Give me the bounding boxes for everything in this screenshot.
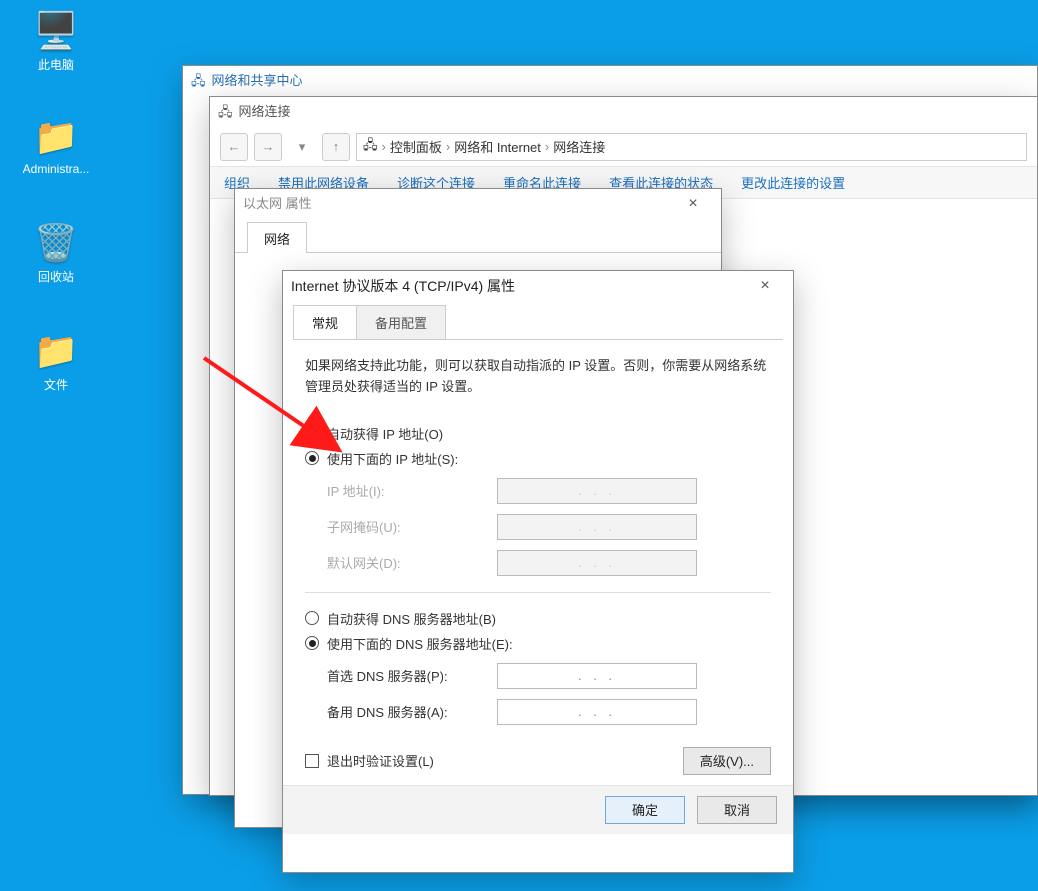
radio-label: 使用下面的 IP 地址(S): xyxy=(327,449,458,468)
chevron-right-icon: › xyxy=(545,139,549,154)
tab-alternate[interactable]: 备用配置 xyxy=(356,305,446,339)
nav-up-button[interactable]: ↑ xyxy=(322,133,350,161)
radio-row-dns-auto[interactable]: 自动获得 DNS 服务器地址(B) xyxy=(305,609,771,628)
field-label: IP 地址(I): xyxy=(327,481,497,500)
dialog-button-row: 确定 取消 xyxy=(283,785,793,834)
description-text: 如果网络支持此功能，则可以获取自动指派的 IP 设置。否则，你需要从网络系统管理… xyxy=(305,356,771,398)
window-title: 以太网 属性 xyxy=(243,189,312,219)
radio-ip-manual[interactable] xyxy=(305,451,319,465)
crumb-control-panel[interactable]: 控制面板 xyxy=(390,137,442,156)
desktop-icon-admin[interactable]: 📁 Administra... xyxy=(18,116,94,176)
desktop-icon-label: Administra... xyxy=(23,162,90,176)
field-ip-address: IP 地址(I): . . . xyxy=(327,478,771,504)
pc-icon: 🖥️ xyxy=(18,10,94,52)
crumb-net-conn[interactable]: 网络连接 xyxy=(553,137,605,156)
preferred-dns-input[interactable]: . . . xyxy=(497,663,697,689)
tab-network[interactable]: 网络 xyxy=(247,222,307,253)
field-label: 首选 DNS 服务器(P): xyxy=(327,666,497,685)
field-label: 默认网关(D): xyxy=(327,553,497,572)
chevron-right-icon: › xyxy=(446,139,450,154)
dialog-title: Internet 协议版本 4 (TCP/IPv4) 属性 xyxy=(291,271,515,301)
dialog-ipv4-properties[interactable]: Internet 协议版本 4 (TCP/IPv4) 属性 × 常规 备用配置 … xyxy=(282,270,794,873)
field-label: 子网掩码(U): xyxy=(327,517,497,536)
divider xyxy=(305,592,771,593)
breadcrumb[interactable]: 🖧 › 控制面板 › 网络和 Internet › 网络连接 xyxy=(356,133,1027,161)
tab-general[interactable]: 常规 xyxy=(293,305,357,339)
close-button[interactable]: × xyxy=(745,271,785,301)
titlebar[interactable]: 🖧 网络和共享中心 xyxy=(183,66,1037,96)
chevron-right-icon: › xyxy=(382,139,386,154)
nav-row: ← → ▾ ↑ 🖧 › 控制面板 › 网络和 Internet › 网络连接 xyxy=(210,127,1037,167)
close-button[interactable]: × xyxy=(673,189,713,219)
nav-forward-button[interactable]: → xyxy=(254,133,282,161)
window-title: 网络连接 xyxy=(239,97,291,127)
desktop-icon-label: 回收站 xyxy=(38,270,74,284)
field-default-gateway: 默认网关(D): . . . xyxy=(327,550,771,576)
desktop-icon-label: 文件 xyxy=(44,378,68,392)
nav-history-dropdown[interactable]: ▾ xyxy=(288,133,316,161)
window-title: 网络和共享中心 xyxy=(212,66,303,96)
field-label: 备用 DNS 服务器(A): xyxy=(327,702,497,721)
field-subnet-mask: 子网掩码(U): . . . xyxy=(327,514,771,540)
network-icon: 🖧 xyxy=(218,97,233,127)
radio-label: 自动获得 IP 地址(O) xyxy=(327,424,443,443)
radio-ip-auto[interactable] xyxy=(305,426,319,440)
desktop-icon-recycle[interactable]: 🗑️ 回收站 xyxy=(18,222,94,285)
subnet-mask-input[interactable]: . . . xyxy=(497,514,697,540)
field-preferred-dns: 首选 DNS 服务器(P): . . . xyxy=(327,663,771,689)
alt-dns-input[interactable]: . . . xyxy=(497,699,697,725)
radio-row-dns-manual[interactable]: 使用下面的 DNS 服务器地址(E): xyxy=(305,634,771,653)
recycle-icon: 🗑️ xyxy=(18,222,94,264)
titlebar[interactable]: 以太网 属性 × xyxy=(235,189,721,219)
ok-button[interactable]: 确定 xyxy=(605,796,685,824)
desktop-icon-pc[interactable]: 🖥️ 此电脑 xyxy=(18,10,94,73)
radio-dns-manual[interactable] xyxy=(305,636,319,650)
radio-row-ip-auto[interactable]: 自动获得 IP 地址(O) xyxy=(305,424,771,443)
radio-dns-auto[interactable] xyxy=(305,611,319,625)
desktop-icon-file[interactable]: 📁 文件 xyxy=(18,330,94,393)
field-alt-dns: 备用 DNS 服务器(A): . . . xyxy=(327,699,771,725)
checkbox-validate-on-exit[interactable] xyxy=(305,754,319,768)
tab-row: 网络 xyxy=(235,219,721,253)
folder-icon: 📁 xyxy=(18,116,94,158)
monitor-icon: 🖧 xyxy=(191,66,206,96)
default-gateway-input[interactable]: . . . xyxy=(497,550,697,576)
radio-row-ip-manual[interactable]: 使用下面的 IP 地址(S): xyxy=(305,449,771,468)
network-icon: 🖧 xyxy=(363,136,378,158)
folder-icon: 📁 xyxy=(18,330,94,372)
titlebar[interactable]: 🖧 网络连接 xyxy=(210,97,1037,127)
advanced-button[interactable]: 高级(V)... xyxy=(683,747,771,775)
ip-address-input[interactable]: . . . xyxy=(497,478,697,504)
crumb-net-internet[interactable]: 网络和 Internet xyxy=(454,137,541,156)
desktop-icon-label: 此电脑 xyxy=(38,58,74,72)
radio-label: 使用下面的 DNS 服务器地址(E): xyxy=(327,634,513,653)
titlebar[interactable]: Internet 协议版本 4 (TCP/IPv4) 属性 × xyxy=(283,271,793,301)
cancel-button[interactable]: 取消 xyxy=(697,796,777,824)
nav-back-button[interactable]: ← xyxy=(220,133,248,161)
radio-label: 自动获得 DNS 服务器地址(B) xyxy=(327,609,496,628)
tab-row: 常规 备用配置 xyxy=(293,305,783,340)
cmd-change-settings[interactable]: 更改此连接的设置 xyxy=(741,173,845,192)
dialog-body: 如果网络支持此功能，则可以获取自动指派的 IP 设置。否则，你需要从网络系统管理… xyxy=(283,340,793,785)
checkbox-label: 退出时验证设置(L) xyxy=(327,751,434,770)
